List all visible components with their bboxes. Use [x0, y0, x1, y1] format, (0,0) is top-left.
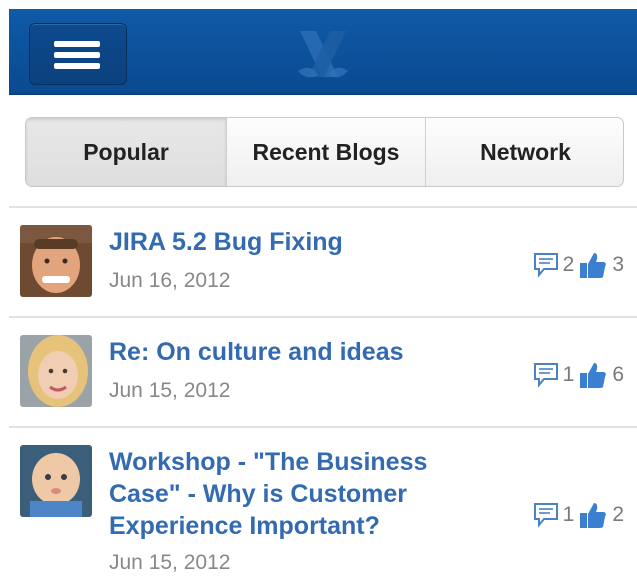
thumbs-up-icon — [580, 503, 607, 528]
post-stats: 2 3 — [533, 250, 628, 280]
comment-icon — [533, 253, 558, 278]
hamburger-line — [54, 63, 100, 69]
divider — [9, 426, 637, 428]
post-row[interactable]: Workshop - "The Business Case" - Why is … — [9, 436, 637, 576]
man-smiling-avatar — [20, 225, 92, 297]
comment-icon — [533, 363, 558, 388]
page-edge-top — [0, 0, 637, 9]
post-stats: 1 2 — [533, 500, 628, 530]
post-stats: 1 6 — [533, 360, 628, 390]
post-date: Jun 15, 2012 — [109, 551, 231, 574]
post-title[interactable]: Re: On culture and ideas — [109, 336, 499, 368]
feed-filter-tabs: Popular Recent Blogs Network — [25, 117, 624, 187]
blonde-woman-avatar — [20, 335, 92, 407]
menu-button[interactable] — [29, 23, 127, 85]
like-count: 3 — [612, 253, 624, 276]
post-row[interactable]: JIRA 5.2 Bug Fixing Jun 16, 2012 2 3 — [9, 216, 637, 316]
divider — [9, 206, 637, 208]
post-row[interactable]: Re: On culture and ideas Jun 15, 2012 1 … — [9, 326, 637, 426]
hamburger-line — [54, 52, 100, 58]
like-count: 6 — [612, 363, 624, 386]
post-title[interactable]: JIRA 5.2 Bug Fixing — [109, 226, 499, 258]
baby-avatar — [20, 445, 92, 517]
crossed-logo-icon — [298, 31, 348, 78]
post-title[interactable]: Workshop - "The Business Case" - Why is … — [109, 446, 499, 542]
comment-count: 1 — [562, 363, 575, 386]
comment-count: 1 — [562, 503, 575, 526]
tab-popular[interactable]: Popular — [26, 118, 227, 186]
page-edge-left — [0, 0, 9, 576]
tab-network[interactable]: Network — [426, 118, 623, 186]
post-date: Jun 15, 2012 — [109, 379, 231, 402]
divider — [9, 316, 637, 318]
tab-recent-blogs[interactable]: Recent Blogs — [227, 118, 426, 186]
thumbs-up-icon — [580, 363, 607, 388]
like-count: 2 — [612, 503, 624, 526]
hamburger-menu-icon — [54, 41, 100, 47]
app-header — [9, 9, 637, 95]
post-date: Jun 16, 2012 — [109, 269, 231, 292]
comment-count: 2 — [562, 253, 575, 276]
comment-icon — [533, 503, 558, 528]
thumbs-up-icon — [580, 253, 607, 278]
